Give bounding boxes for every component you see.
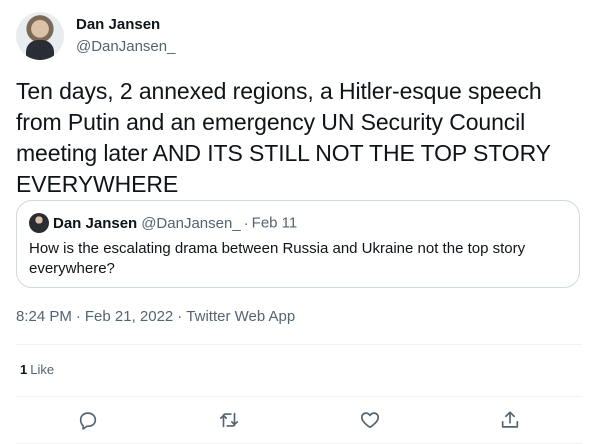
tweet-source[interactable]: Twitter Web App xyxy=(186,308,295,325)
likes-count: 1 xyxy=(20,362,28,377)
tweet-metadata: 8:24 PM · Feb 21, 2022 · Twitter Web App xyxy=(16,308,295,325)
heart-icon xyxy=(360,412,380,429)
tweet-time[interactable]: 8:24 PM xyxy=(16,308,72,325)
tweet-text: Ten days, 2 annexed regions, a Hitler-es… xyxy=(16,78,551,197)
quoted-avatar xyxy=(29,213,49,233)
like-button[interactable] xyxy=(352,404,388,436)
quoted-tweet-header: Dan Jansen @DanJansen_ · Feb 11 xyxy=(29,213,297,233)
meta-separator: · xyxy=(75,308,81,325)
tweet-stats[interactable]: 1 Like xyxy=(20,362,54,377)
share-icon xyxy=(501,411,519,428)
tweet-date[interactable]: Feb 21, 2022 xyxy=(85,308,173,325)
divider xyxy=(16,396,582,397)
quoted-author-name: Dan Jansen xyxy=(53,214,138,232)
reply-icon xyxy=(79,412,97,430)
likes-label: Like xyxy=(30,362,55,377)
author-handle[interactable]: @DanJansen_ xyxy=(76,38,175,55)
share-button[interactable] xyxy=(492,404,528,436)
quoted-separator: · xyxy=(243,214,249,232)
divider xyxy=(16,344,582,345)
tweet: Dan Jansen @DanJansen_ Ten days, 2 annex… xyxy=(0,0,598,444)
retweet-icon xyxy=(219,412,239,428)
quoted-tweet[interactable]: Dan Jansen @DanJansen_ · Feb 11 How is the … xyxy=(16,200,580,288)
reply-button[interactable] xyxy=(70,404,106,436)
quoted-author-handle: @DanJansen_ xyxy=(141,214,241,232)
meta-separator: · xyxy=(177,308,183,325)
avatar[interactable] xyxy=(16,12,64,60)
retweet-button[interactable] xyxy=(211,404,247,436)
quoted-date: Feb 11 xyxy=(251,214,298,232)
tweet-actions xyxy=(0,404,598,436)
quoted-tweet-text: How is the escalating drama between Russ… xyxy=(29,240,526,277)
author-name[interactable]: Dan Jansen xyxy=(76,16,160,33)
